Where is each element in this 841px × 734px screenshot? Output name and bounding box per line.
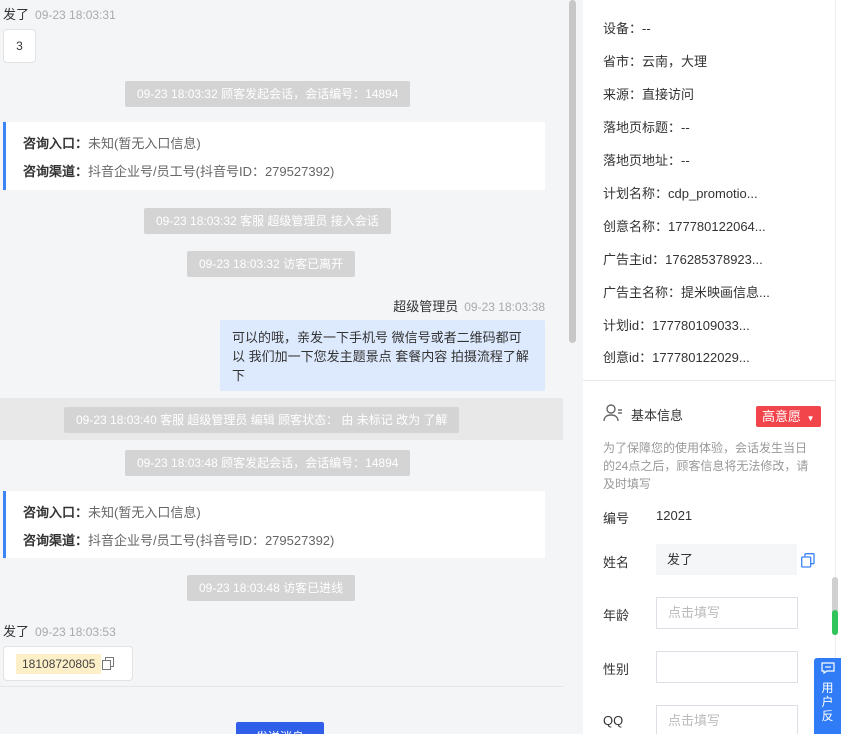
system-message: 09-23 18:03:40 客服 超级管理员 编辑 顾客状态： 由 未标记 改… xyxy=(64,407,460,433)
customer-message[interactable]: 18108720805 xyxy=(3,646,133,681)
field-advertiser-id: 广告主id：176285378923... xyxy=(603,252,763,267)
field-creative-name: 创意名称：177780122064... xyxy=(603,219,766,234)
gender-select[interactable] xyxy=(656,651,798,683)
consult-info-card: 咨询入口：未知(暂无入口信息) 咨询渠道：抖音企业号/员工号(抖音号ID：279… xyxy=(3,122,545,190)
message-header: 超级管理员 09-23 18:03:38 xyxy=(393,296,545,315)
field-device: 设备：-- xyxy=(603,21,651,36)
consult-info-card: 咨询入口：未知(暂无入口信息) 咨询渠道：抖音企业号/员工号(抖音号ID：279… xyxy=(3,491,545,558)
message-time: 09-23 18:03:31 xyxy=(35,8,116,22)
sender-name: 超级管理员 xyxy=(393,299,459,314)
send-button[interactable]: 发送消息 xyxy=(236,722,324,734)
name-label: 姓名 xyxy=(603,555,630,570)
agent-message[interactable]: 可以的哦，亲发一下手机号 微信号或者二维码都可以 我们加一下您发主题景点 套餐内… xyxy=(220,320,545,391)
field-creative-id: 创意id：177780122029... xyxy=(603,350,750,365)
sender-name: 发了 xyxy=(3,7,30,22)
field-landing-title: 落地页标题：-- xyxy=(603,120,690,135)
message-text: 3 xyxy=(16,39,23,53)
basic-info-label: 基本信息 xyxy=(631,408,684,423)
gender-label: 性别 xyxy=(603,662,630,677)
consult-channel-row: 咨询渠道：抖音企业号/员工号(抖音号ID：279527392) xyxy=(23,164,335,179)
age-label: 年龄 xyxy=(603,608,630,623)
sender-name: 发了 xyxy=(3,624,30,639)
system-message: 09-23 18:03:32 访客已离开 xyxy=(187,251,356,277)
field-landing-url: 落地页地址：-- xyxy=(603,153,690,168)
chat-bubble-icon xyxy=(814,662,841,677)
section-divider xyxy=(583,380,835,381)
chat-pane[interactable]: 发了 09-23 18:03:31 3 09-23 18:03:32 顾客发起会话… xyxy=(0,0,563,734)
message-text: 可以的哦，亲发一下手机号 微信号或者二维码都可以 我们加一下您发主题景点 套餐内… xyxy=(232,330,529,383)
caret-down-icon: ▼ xyxy=(806,414,815,423)
consult-entry-row: 咨询入口：未知(暂无入口信息) xyxy=(23,136,201,151)
edit-notice: 为了保障您的使用体验，会话发生当日的24点之后，顾客信息将无法修改，请及时填写 xyxy=(603,441,809,491)
field-plan-id: 计划id：177780109033... xyxy=(603,318,750,333)
system-message: 09-23 18:03:48 顾客发起会话，会话编号：14894 xyxy=(125,450,411,476)
basic-info-title: 基本信息 xyxy=(603,404,683,425)
age-input[interactable]: 点击填写 xyxy=(656,597,798,629)
intent-label: 高意愿 xyxy=(762,409,802,424)
system-message: 09-23 18:03:32 顾客发起会话，会话编号：14894 xyxy=(125,81,411,107)
field-advertiser-name: 广告主名称：提米映画信息... xyxy=(603,285,770,300)
qq-input[interactable]: 点击填写 xyxy=(656,705,798,734)
feedback-label: 用户反 xyxy=(821,681,834,723)
copy-icon[interactable] xyxy=(801,553,815,571)
customer-message[interactable]: 3 xyxy=(3,29,36,63)
panel-scrollbar-indicator xyxy=(832,610,838,635)
system-message: 09-23 18:03:48 访客已进线 xyxy=(187,575,356,601)
field-source: 来源：直接访问 xyxy=(603,87,695,102)
consult-channel-row: 咨询渠道：抖音企业号/员工号(抖音号ID：279527392) xyxy=(23,533,335,548)
user-icon xyxy=(603,404,631,425)
name-field[interactable]: 发了 xyxy=(656,544,797,575)
qq-label: QQ xyxy=(603,713,624,728)
message-header: 发了 09-23 18:03:31 xyxy=(3,4,116,23)
chat-scrollbar[interactable] xyxy=(569,0,576,343)
message-header: 发了 09-23 18:03:53 xyxy=(3,621,116,640)
intent-dropdown[interactable]: 高意愿 ▼ xyxy=(756,406,821,427)
message-time: 09-23 18:03:53 xyxy=(35,625,116,639)
customer-info-panel: 设备：-- 省市：云南，大理 来源：直接访问 落地页标题：-- 落地页地址：--… xyxy=(583,0,841,734)
composer-divider xyxy=(0,686,563,687)
user-feedback-button[interactable]: 用户反 xyxy=(814,658,841,734)
field-plan-name: 计划名称：cdp_promotio... xyxy=(603,186,758,201)
copy-icon[interactable] xyxy=(102,657,114,673)
id-value: 12021 xyxy=(656,508,693,523)
system-message: 09-23 18:03:32 客服 超级管理员 接入会话 xyxy=(144,208,391,234)
message-time: 09-23 18:03:38 xyxy=(464,300,545,314)
phone-number[interactable]: 18108720805 xyxy=(16,654,102,674)
field-province: 省市：云南，大理 xyxy=(603,54,708,69)
consult-entry-row: 咨询入口：未知(暂无入口信息) xyxy=(23,505,201,520)
id-label: 编号 xyxy=(603,511,630,526)
